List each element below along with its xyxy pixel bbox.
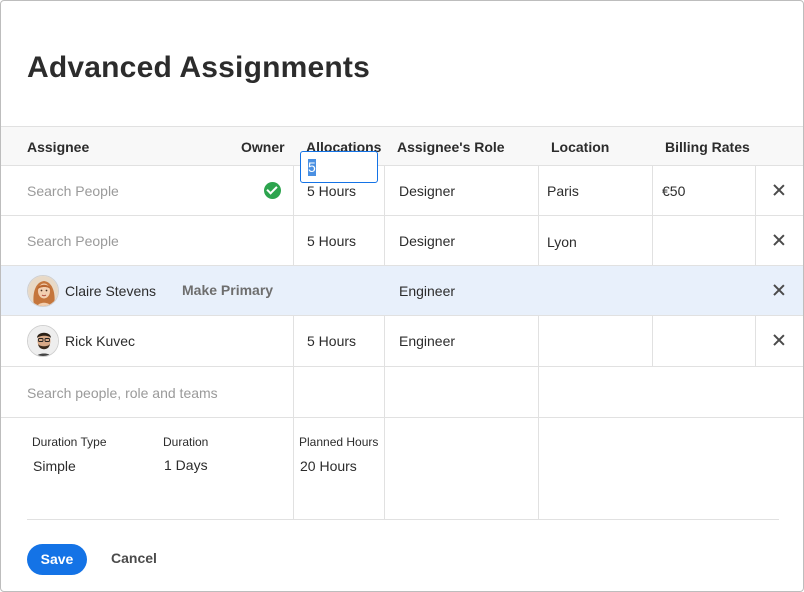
- allocation-input-value: 5: [308, 159, 316, 176]
- footer-divider: [27, 519, 779, 520]
- duration-type-label: Duration Type: [32, 435, 107, 449]
- billing-rate-value[interactable]: €50: [662, 183, 685, 199]
- assignee-search-input[interactable]: Search People: [27, 183, 119, 199]
- table-header: Assignee Owner Allocations Assignee's Ro…: [1, 126, 803, 166]
- header-owner: Owner: [241, 139, 285, 155]
- role-value[interactable]: Designer: [399, 233, 455, 249]
- duration-section: Duration Type Simple Duration 1 Days Pla…: [1, 293, 803, 474]
- planned-hours-input[interactable]: 20 Hours: [300, 458, 357, 474]
- save-button[interactable]: Save: [27, 544, 87, 575]
- duration-label: Duration: [163, 435, 209, 449]
- advanced-assignments-dialog: Advanced Assignments Assignee Owner Allo…: [0, 0, 804, 592]
- location-value[interactable]: Lyon: [547, 234, 577, 250]
- check-circle-icon[interactable]: [264, 182, 281, 199]
- table-row: Search People 5 Hours Designer Paris €50: [1, 166, 803, 216]
- column-divider: [384, 419, 385, 519]
- column-divider: [538, 419, 539, 519]
- header-assignee: Assignee: [27, 139, 90, 155]
- role-value[interactable]: Designer: [399, 183, 455, 199]
- dialog-title: Advanced Assignments: [27, 51, 370, 84]
- allocation-input[interactable]: 5: [300, 151, 378, 183]
- close-icon[interactable]: [772, 183, 786, 197]
- column-divider: [293, 419, 294, 519]
- location-value[interactable]: Paris: [547, 183, 579, 199]
- header-role: Assignee's Role: [397, 139, 505, 155]
- header-billing-rates: Billing Rates: [665, 139, 750, 155]
- assignee-search-input[interactable]: Search People: [27, 233, 119, 249]
- close-icon[interactable]: [772, 233, 786, 247]
- header-location: Location: [551, 139, 610, 155]
- planned-hours-label: Planned Hours: [299, 435, 379, 449]
- cancel-button[interactable]: Cancel: [111, 550, 157, 566]
- allocation-value[interactable]: 5 Hours: [307, 183, 356, 199]
- duration-input[interactable]: 1 Days: [164, 457, 208, 473]
- table-row: Search People 5 Hours Designer Lyon: [1, 216, 803, 266]
- duration-type-select[interactable]: Simple: [33, 458, 76, 474]
- allocation-value[interactable]: 5 Hours: [307, 233, 356, 249]
